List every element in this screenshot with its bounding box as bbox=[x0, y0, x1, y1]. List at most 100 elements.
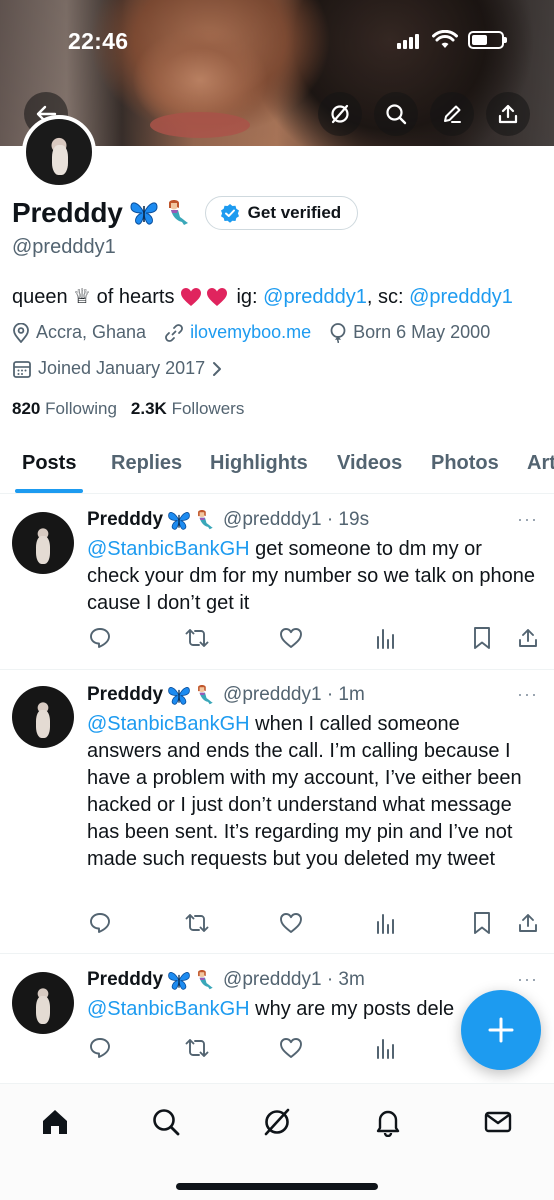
red-heart-icon bbox=[207, 288, 228, 306]
following-label: Following bbox=[45, 399, 117, 418]
search-button[interactable] bbox=[374, 92, 418, 136]
nav-grok[interactable] bbox=[257, 1102, 297, 1142]
tab-photos[interactable]: Photos bbox=[431, 452, 499, 475]
profile-bio: queen ♕ of hearts ig: @predddy1 , sc: @p… bbox=[12, 284, 513, 310]
reply-button[interactable] bbox=[87, 910, 113, 936]
birthday-text: Born 6 May 2000 bbox=[353, 322, 491, 342]
nav-home[interactable] bbox=[35, 1102, 75, 1142]
nav-search[interactable] bbox=[146, 1102, 186, 1142]
nav-messages[interactable] bbox=[478, 1102, 518, 1142]
more-options-icon[interactable]: ··· bbox=[517, 684, 538, 705]
post-author-name: Predddy bbox=[87, 684, 164, 705]
heart-outline-icon bbox=[280, 1038, 302, 1058]
post-avatar[interactable] bbox=[12, 972, 74, 1034]
following-count: 820 bbox=[12, 399, 41, 418]
post-name-emojis bbox=[167, 509, 215, 531]
balloon-icon bbox=[330, 322, 346, 343]
signal-icon bbox=[397, 34, 419, 49]
nav-notifications[interactable] bbox=[368, 1102, 408, 1142]
post-item[interactable]: Predddy @predddy1 · 19s ··· @StanbicBank… bbox=[0, 495, 554, 670]
post-mention-link[interactable]: @StanbicBankGH bbox=[87, 538, 250, 560]
tab-videos[interactable]: Videos bbox=[337, 452, 402, 475]
link-icon bbox=[165, 323, 183, 342]
post-name-emojis bbox=[167, 969, 215, 991]
post-actions bbox=[87, 625, 542, 651]
bio-sc-handle-link[interactable]: @predddy1 bbox=[409, 284, 513, 310]
following-stat[interactable]: 820 Following bbox=[12, 399, 117, 419]
bio-ig-handle-link[interactable]: @predddy1 bbox=[263, 284, 367, 310]
status-time: 22:46 bbox=[68, 28, 129, 54]
tab-replies[interactable]: Replies bbox=[111, 452, 182, 475]
website-link[interactable]: ilovemyboo.me bbox=[190, 322, 311, 343]
repost-button[interactable] bbox=[184, 625, 210, 651]
active-tab-indicator bbox=[15, 489, 83, 493]
grok-button[interactable] bbox=[318, 92, 362, 136]
status-bar: 22:46 bbox=[0, 0, 554, 86]
post-header: Predddy @predddy1 · 1m bbox=[87, 684, 365, 706]
bookmark-button[interactable] bbox=[469, 910, 495, 936]
views-button[interactable] bbox=[373, 1035, 399, 1061]
butterfly-icon bbox=[168, 971, 190, 990]
get-verified-button[interactable]: Get verified bbox=[204, 196, 359, 230]
views-button[interactable] bbox=[373, 625, 399, 651]
post-body: why are my posts dele bbox=[249, 998, 455, 1020]
profile-website[interactable]: ilovemyboo.me bbox=[164, 322, 311, 343]
reply-button[interactable] bbox=[87, 625, 113, 651]
repost-icon bbox=[185, 1039, 209, 1057]
mermaid-icon bbox=[168, 200, 188, 225]
followers-label: Followers bbox=[171, 399, 245, 418]
bookmark-icon bbox=[474, 912, 490, 934]
more-options-icon[interactable]: ··· bbox=[517, 969, 538, 990]
repost-icon bbox=[185, 914, 209, 932]
post-name-emojis bbox=[167, 684, 215, 706]
post-avatar[interactable] bbox=[12, 686, 74, 748]
profile-joined-row[interactable]: Joined January 2017 bbox=[12, 358, 223, 379]
profile-avatar[interactable] bbox=[22, 115, 96, 189]
profile-tabs: Posts Replies Highlights Videos Photos A… bbox=[0, 440, 554, 494]
share-button[interactable] bbox=[486, 92, 530, 136]
compose-post-button[interactable] bbox=[461, 990, 541, 1070]
repost-button[interactable] bbox=[184, 1035, 210, 1061]
heart-outline-icon bbox=[280, 913, 302, 933]
like-button[interactable] bbox=[278, 625, 304, 651]
post-author-name: Predddy bbox=[87, 509, 164, 530]
bio-text: queen ♕ of hearts bbox=[12, 286, 175, 308]
more-options-icon[interactable]: ··· bbox=[517, 509, 538, 530]
tab-posts[interactable]: Posts bbox=[22, 452, 76, 475]
share-post-button[interactable] bbox=[515, 910, 541, 936]
like-button[interactable] bbox=[278, 1035, 304, 1061]
post-text: @StanbicBankGH when I called someone ans… bbox=[87, 711, 537, 873]
calendar-icon bbox=[13, 360, 31, 378]
home-icon bbox=[43, 1110, 67, 1134]
butterfly-icon bbox=[168, 686, 190, 705]
like-button[interactable] bbox=[278, 910, 304, 936]
share-post-button[interactable] bbox=[515, 625, 541, 651]
mermaid-icon bbox=[198, 970, 213, 990]
post-item[interactable]: Predddy @predddy1 · 1m ··· @StanbicBankG… bbox=[0, 671, 554, 954]
bookmark-icon bbox=[474, 627, 490, 649]
reply-button[interactable] bbox=[87, 1035, 113, 1061]
post-avatar[interactable] bbox=[12, 512, 74, 574]
location-text: Accra, Ghana bbox=[36, 322, 147, 342]
butterfly-icon bbox=[130, 202, 158, 225]
repost-icon bbox=[185, 629, 209, 647]
repost-button[interactable] bbox=[184, 910, 210, 936]
bookmark-button[interactable] bbox=[469, 625, 495, 651]
reply-icon bbox=[90, 628, 110, 648]
tab-articles[interactable]: Art bbox=[527, 452, 554, 475]
post-header: Predddy @predddy1 · 3m bbox=[87, 969, 365, 991]
edit-button[interactable] bbox=[430, 92, 474, 136]
joined-text: Joined January 2017 bbox=[38, 358, 206, 378]
battery-icon bbox=[468, 31, 507, 49]
post-meta: @predddy1 · 19s bbox=[223, 509, 370, 530]
plus-icon bbox=[488, 1017, 514, 1043]
post-mention-link[interactable]: @StanbicBankGH bbox=[87, 713, 250, 735]
get-verified-label: Get verified bbox=[247, 203, 342, 222]
followers-stat[interactable]: 2.3K Followers bbox=[131, 399, 244, 419]
tab-highlights[interactable]: Highlights bbox=[210, 452, 308, 475]
heart-outline-icon bbox=[280, 628, 302, 648]
views-button[interactable] bbox=[373, 910, 399, 936]
post-mention-link[interactable]: @StanbicBankGH bbox=[87, 998, 250, 1020]
profile-birthday: Born 6 May 2000 bbox=[329, 322, 490, 343]
post-body: when I called someone answers and ends t… bbox=[87, 713, 522, 870]
